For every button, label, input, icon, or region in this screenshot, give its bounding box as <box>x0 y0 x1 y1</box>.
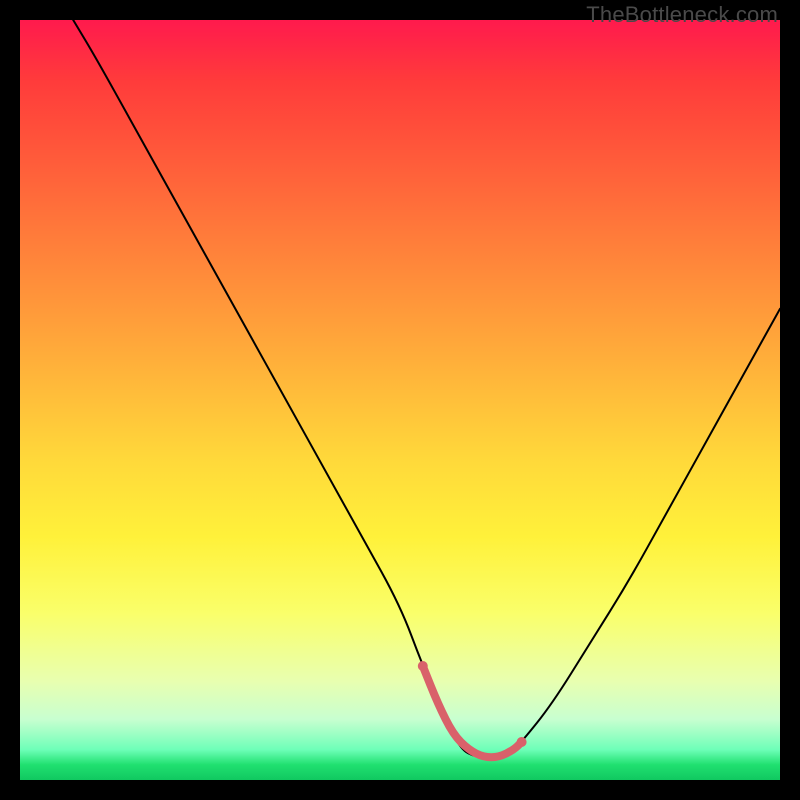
bottleneck-curve <box>73 20 780 757</box>
watermark-link[interactable]: TheBottleneck.com <box>586 2 778 28</box>
curve-layer <box>20 20 780 780</box>
highlight-band <box>423 666 522 757</box>
chart-frame: TheBottleneck.com <box>0 0 800 800</box>
highlight-end-dot <box>517 737 527 747</box>
highlight-start-dot <box>418 661 428 671</box>
plot-area <box>20 20 780 780</box>
